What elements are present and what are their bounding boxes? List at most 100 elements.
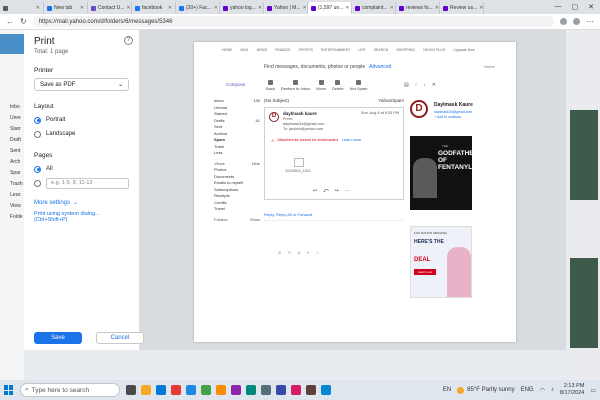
folder-item: Less [214,150,260,157]
close-icon[interactable]: ✕ [588,3,594,11]
browser-tab[interactable]: (20+) Fac... ✕ [176,2,220,14]
url-field[interactable]: https://mail.yahoo.com/d/folders/6/messa… [32,16,554,27]
home-link: Home [484,64,495,69]
printer-select[interactable]: Save as PDF ⌄ [34,78,129,91]
taskbar-app-icon[interactable] [321,385,331,395]
close-message-icon: ✕ [431,82,436,88]
taskbar-app-icon[interactable] [141,385,151,395]
browser-tab[interactable]: reviews fo... ✕ [396,2,440,14]
sender-avatar: D [269,112,279,122]
ad2-deal: DEAL [414,257,431,263]
volume-icon[interactable]: ♪ [551,387,554,393]
taskbar-app-icon[interactable] [231,385,241,395]
browser-tab[interactable]: complaint... ✕ [352,2,396,14]
landscape-radio[interactable] [34,130,41,138]
save-button[interactable]: Save [34,332,82,344]
taskbar-app-icon[interactable] [291,385,301,395]
maximize-icon[interactable]: ▢ [572,3,579,11]
taskbar-app-icon[interactable] [306,385,316,395]
taskbar-app-icon[interactable] [156,385,166,395]
tab-close-icon[interactable]: ✕ [479,5,483,11]
browser-tab[interactable]: Contact U... ✕ [88,2,132,14]
taskbar-app-icon[interactable] [261,385,271,395]
print-icon: ▤ [404,82,409,88]
menu-icon[interactable]: ⋯ [586,17,594,26]
weather-widget[interactable]: 85°F Partly sunny [457,386,515,394]
message-subject: (No Subject) [264,98,290,103]
taskbar-app-icon[interactable] [276,385,286,395]
tab-close-icon[interactable]: ✕ [36,5,40,11]
clock[interactable]: 2:13 PM 8/17/2024 [560,383,584,397]
taskbar-app-icon[interactable] [216,385,226,395]
ad2-title: HERE'S THE [414,239,444,245]
wifi-icon[interactable]: ◠ [540,387,545,394]
pages-custom-radio[interactable] [34,179,41,187]
help-icon[interactable]: ? [124,36,133,45]
extensions-icon[interactable] [560,18,567,25]
tab-close-icon[interactable]: ✕ [435,5,439,11]
taskbar-app-icon[interactable] [126,385,136,395]
folder-list: Inbox 130 Unread Starred Drafts 41 Sent Archive… [214,98,260,223]
tab-favicon-icon [355,5,360,11]
pages-all[interactable]: All [34,163,129,175]
system-dialog-link[interactable]: Print using system dialog... (Ctrl+Shift… [34,211,129,223]
portrait-label: Portrait [46,117,66,123]
ad2-top-text: FOX NATION ORIGINAL [414,231,448,235]
toolbar-icon [293,80,299,85]
tab-close-icon[interactable]: ✕ [80,5,84,11]
more-settings[interactable]: More settings ⌄ [34,199,129,207]
tab-close-icon[interactable]: ✕ [214,5,218,11]
taskbar-app-icon[interactable] [171,385,181,395]
tab-close-icon[interactable]: ✕ [168,5,172,11]
emoji-icon: ☺ [315,250,320,255]
address-bar: ← ↻ https://mail.yahoo.com/d/folders/6/m… [0,14,600,30]
layout-portrait[interactable]: Portrait [34,114,129,126]
chevron-down-icon: ⌄ [117,82,123,88]
minimize-icon[interactable]: — [555,3,562,11]
printer-value: Save as PDF [40,81,76,88]
browser-tab[interactable]: facebook ✕ [132,2,176,14]
attachment-warning: ⚠ Attachments cannot be downloaded. Lear… [271,138,361,143]
print-title: Print [34,36,55,47]
toolbar-label: Not Spam [349,86,368,91]
browser-tab[interactable]: Review us... ✕ [440,2,484,14]
browser-tab[interactable]: Yahoo | M... ✕ [264,2,308,14]
browser-tab[interactable]: (1,597 un... ✕ [308,2,352,14]
yahoo-logo [0,34,24,54]
notifications-icon[interactable]: ▭ [590,387,596,394]
browser-tab[interactable]: New tab ✕ [44,2,88,14]
tab-close-icon[interactable]: ✕ [390,5,394,11]
mail-nav-item: FINANCE [275,48,291,52]
tab-close-icon[interactable]: ✕ [303,5,307,11]
folder-count: 41 [255,117,260,123]
tab-close-icon[interactable]: ✕ [345,5,349,11]
tab-label: Contact U... [98,5,125,11]
tab-close-icon[interactable]: ✕ [258,5,262,11]
browser-tab[interactable]: yahoo log... ✕ [220,2,264,14]
background-sidebar: Inbo Unre Starr Draft Sent Arch Spar Trash Less V… [0,30,24,380]
background-sidebar-item: Spar [10,170,21,176]
pages-input[interactable]: e.g. 1-5, 8, 11-13 [46,177,129,189]
browser-tab[interactable]: ✕ [0,2,44,14]
taskbar-search[interactable]: ⌕ Type here to search [20,383,120,397]
tab-favicon-icon [443,5,448,11]
reply-all-icon: ⤺ [323,188,329,194]
browser-tab-strip: ✕ New tab ✕ Contact U... ✕ facebook ✕ (20+) Fac… [0,0,600,14]
pages-custom[interactable]: e.g. 1-5, 8, 11-13 [34,177,129,189]
tab-favicon-icon [223,5,228,11]
back-icon[interactable]: ← [6,17,14,26]
tab-close-icon[interactable]: ✕ [126,5,130,11]
background-sidebar-item: Sent [10,148,21,154]
layout-landscape[interactable]: Landscape [34,128,129,140]
refresh-icon[interactable]: ↻ [20,17,27,26]
portrait-radio[interactable] [34,116,41,124]
profile-icon[interactable] [573,18,580,25]
pages-all-radio[interactable] [34,165,41,173]
taskbar-app-icon[interactable] [201,385,211,395]
cancel-button[interactable]: Cancel [96,332,144,344]
start-button[interactable] [4,385,14,395]
taskbar-app-icon[interactable] [186,385,196,395]
tab-favicon-icon [47,5,52,11]
language-indicator[interactable]: ENG [521,387,534,393]
taskbar-app-icon[interactable] [246,385,256,395]
